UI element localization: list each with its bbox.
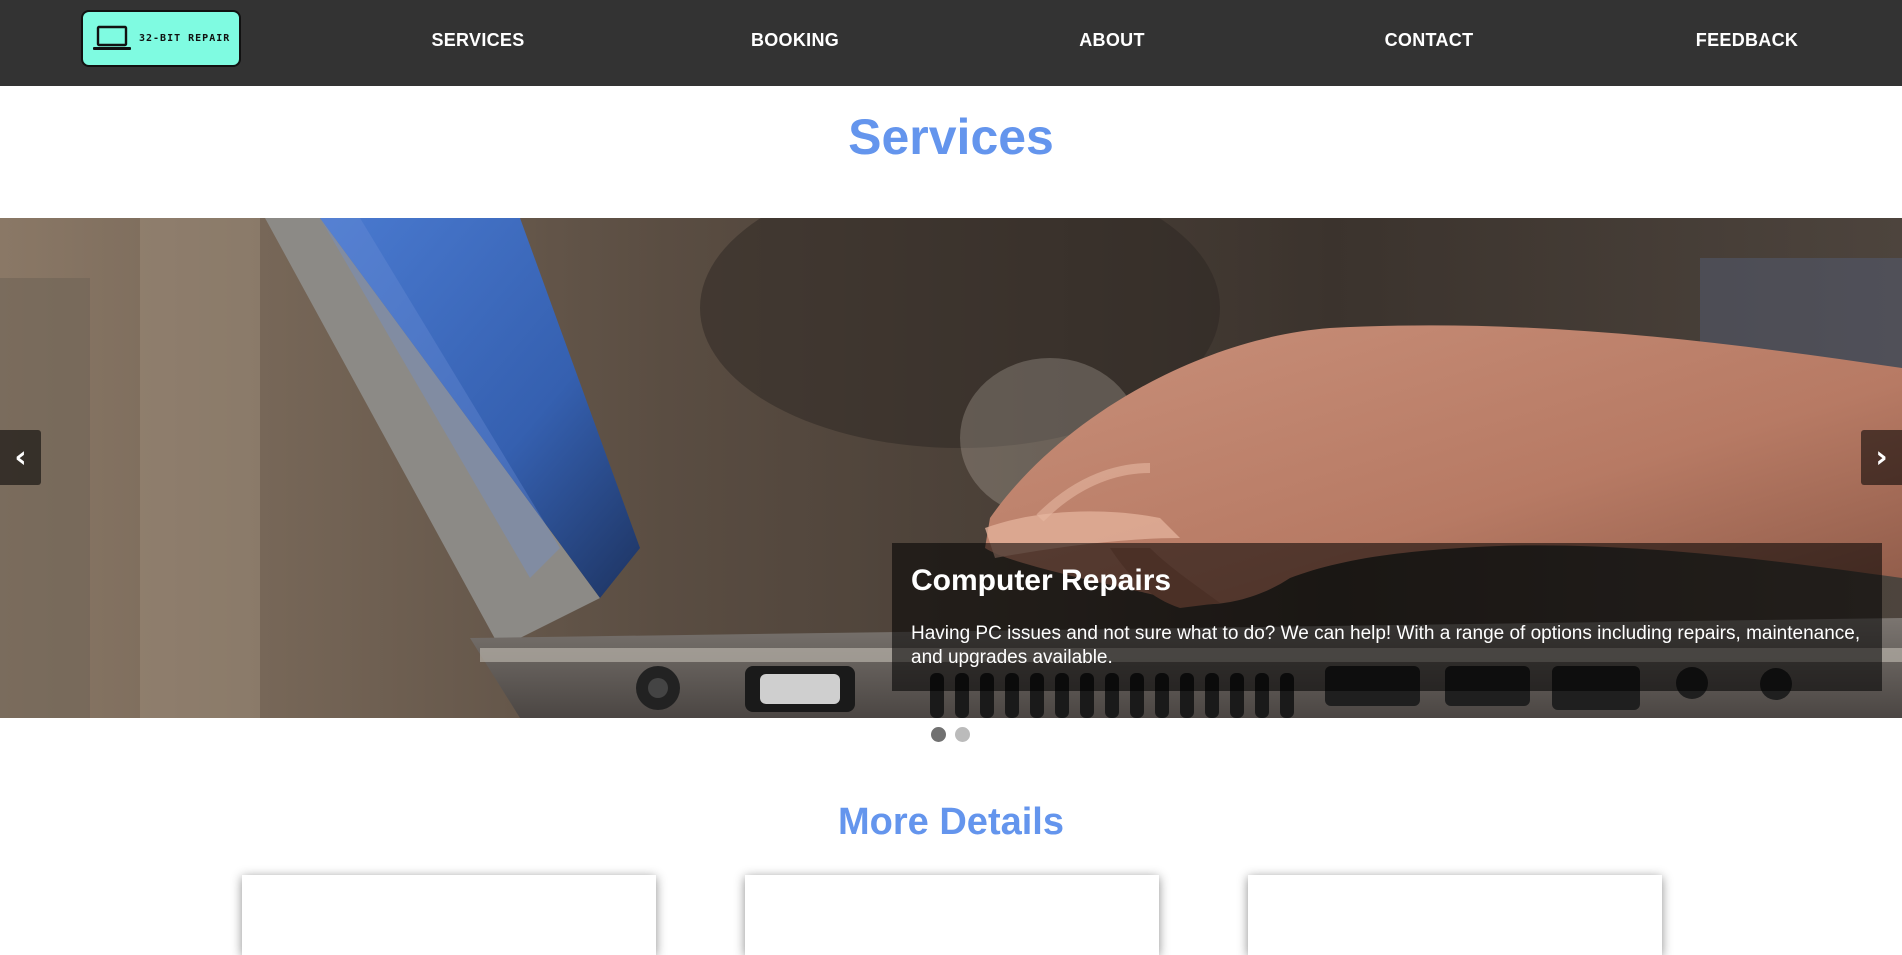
nav-link-contact[interactable]: CONTACT (1385, 30, 1474, 51)
brand-logo[interactable]: 32-BIT REPAIR (81, 10, 241, 67)
services-carousel: ‹ › Computer Repairs Having PC issues an… (0, 218, 1902, 718)
carousel-indicators (931, 727, 970, 742)
more-details-title: More Details (838, 801, 1064, 843)
laptop-icon (93, 25, 131, 50)
slide-caption-title: Computer Repairs (911, 564, 1172, 597)
nav-link-feedback[interactable]: FEEDBACK (1696, 30, 1798, 51)
carousel-dot-2[interactable] (955, 727, 970, 742)
detail-card-1 (242, 875, 656, 955)
carousel-prev-button[interactable]: ‹ (0, 430, 41, 485)
nav-link-services[interactable]: SERVICES (431, 30, 524, 51)
slide-caption-text: Having PC issues and not sure what to do… (911, 623, 1861, 668)
top-navbar: 32-BIT REPAIR SERVICES BOOKING ABOUT CON… (0, 0, 1902, 86)
detail-card-3 (1248, 875, 1662, 955)
carousel-dot-1[interactable] (931, 727, 946, 742)
slide-caption: Computer Repairs Having PC issues and no… (892, 543, 1882, 691)
nav-link-booking[interactable]: BOOKING (751, 30, 839, 51)
brand-name: 32-BIT REPAIR (139, 33, 231, 44)
chevron-left-icon: ‹ (14, 440, 27, 475)
nav-link-about[interactable]: ABOUT (1079, 30, 1145, 51)
detail-card-2 (745, 875, 1159, 955)
page-title: Services (848, 109, 1054, 165)
chevron-right-icon: › (1875, 440, 1888, 475)
carousel-next-button[interactable]: › (1861, 430, 1902, 485)
